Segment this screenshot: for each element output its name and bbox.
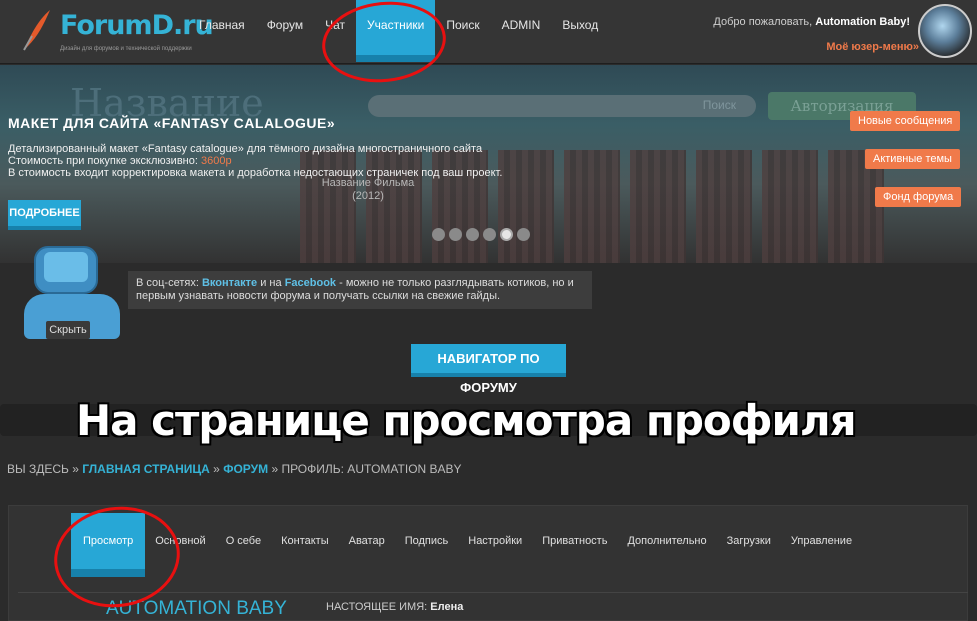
tab-management[interactable]: Управление (781, 513, 862, 577)
welcome-prefix: Добро пожаловать, (713, 16, 813, 28)
tab-about[interactable]: О себе (216, 513, 271, 577)
new-posts-button[interactable]: Новые сообщения (850, 111, 961, 131)
real-name-label: Настоящее имя: (326, 601, 428, 613)
robot-face (44, 252, 88, 282)
tab-privacy[interactable]: Приватность (532, 513, 617, 577)
annotation-caption: На странице просмотра профиля (76, 396, 857, 445)
price-label: Стоимость при покупке эксклюзивно: (8, 155, 198, 167)
tab-uploads[interactable]: Загрузки (717, 513, 781, 577)
poster-image (630, 150, 686, 263)
carousel-dot[interactable] (483, 228, 496, 241)
nav-home[interactable]: Главная (188, 0, 256, 50)
welcome-user: Automation Baby! (815, 16, 910, 28)
poster-image (498, 150, 554, 263)
breadcrumb-forum[interactable]: Форум (223, 462, 268, 476)
profile-tabs: Просмотр Основной О себе Контакты Аватар… (71, 513, 862, 577)
social-notice: В соц-сетях: Вконтакте и на Facebook - м… (128, 271, 592, 309)
user-menu-link[interactable]: Моё юзер-меню» (826, 41, 919, 53)
banner-search-label: Поиск (702, 98, 736, 112)
logo-tagline: Дизайн для форумов и технической поддерж… (60, 46, 192, 52)
poster-image (762, 150, 818, 263)
active-topics-button[interactable]: Активные темы (865, 149, 960, 169)
welcome-text: Добро пожаловать, Automation Baby! (713, 16, 910, 28)
vk-link[interactable]: Вконтакте (202, 277, 257, 289)
poster-caption: Название Фильма (2012) (321, 177, 415, 202)
forumd-logo[interactable]: ForumD.ru Дизайн для форумов и техническ… (16, 6, 214, 58)
tab-settings[interactable]: Настройки (458, 513, 532, 577)
breadcrumb-home[interactable]: Главная страница (82, 462, 210, 476)
top-bar: ForumD.ru Дизайн для форумов и техническ… (0, 0, 977, 64)
banner-description: Детализированный макет «Fantasy catalogu… (8, 143, 502, 179)
carousel-dot[interactable] (449, 228, 462, 241)
real-name-value: Елена (430, 601, 464, 613)
real-name-row: Настоящее имя: Елена (326, 601, 463, 613)
hide-button[interactable]: Скрыть (46, 321, 90, 339)
banner-line2: Стоимость при покупке эксклюзивно: 3600р (8, 155, 502, 167)
banner-line1: Детализированный макет «Fantasy catalogu… (8, 143, 483, 155)
carousel-dot[interactable] (517, 228, 530, 241)
banner-line3: В стоимость входит корректировка макета … (8, 167, 503, 179)
quill-icon (23, 10, 50, 51)
nav-forum[interactable]: Форум (256, 0, 314, 50)
forum-navigator-button[interactable]: НАВИГАТОР ПО ФОРУМУ (411, 344, 566, 395)
breadcrumb-current: » Профиль: Automation Baby (271, 462, 462, 476)
breadcrumb-prefix: Вы здесь » (7, 462, 79, 476)
breadcrumb-sep: » (213, 462, 220, 476)
banner-title: МАКЕТ ДЛЯ САЙТА «FANTASY CALALOGUE» (8, 115, 336, 131)
carousel-dots (432, 228, 530, 241)
breadcrumb: Вы здесь » Главная страница » Форум » Пр… (7, 462, 462, 476)
robot-mascot: Скрыть (22, 236, 122, 341)
avatar[interactable] (918, 4, 972, 58)
promo-banner: Название Поиск Авторизация Название Филь… (0, 65, 977, 263)
social-prefix: В соц-сетях: (136, 277, 199, 289)
tab-avatar[interactable]: Аватар (339, 513, 395, 577)
tab-signature[interactable]: Подпись (395, 513, 459, 577)
nav-admin[interactable]: ADMIN (491, 0, 552, 50)
facebook-link[interactable]: Facebook (285, 277, 336, 289)
carousel-dot[interactable] (432, 228, 445, 241)
more-button[interactable]: ПОДРОБНЕЕ (8, 200, 81, 230)
poster-image (696, 150, 752, 263)
social-and: и на (260, 277, 282, 289)
poster-image (564, 150, 620, 263)
divider (18, 592, 968, 593)
banner-search-bar: Поиск (368, 95, 756, 117)
nav-logout[interactable]: Выход (551, 0, 609, 50)
tab-additional[interactable]: Дополнительно (617, 513, 716, 577)
forum-fund-button[interactable]: Фонд форума (875, 187, 962, 207)
carousel-dot[interactable] (466, 228, 479, 241)
price-value: 3600р (200, 155, 232, 167)
carousel-dot-active[interactable] (500, 228, 513, 241)
tab-contacts[interactable]: Контакты (271, 513, 339, 577)
